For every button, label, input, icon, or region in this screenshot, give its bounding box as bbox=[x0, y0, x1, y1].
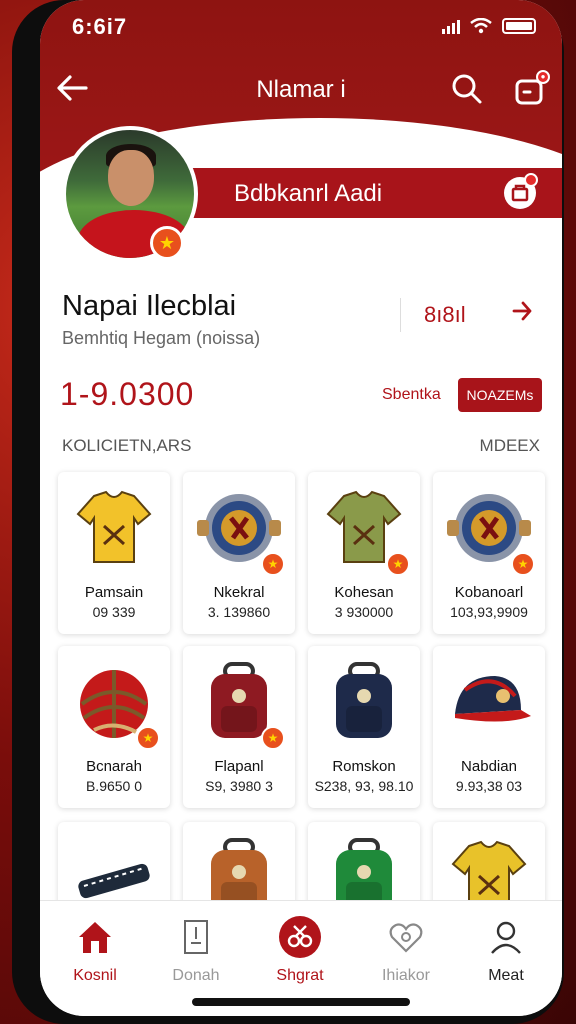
product-card[interactable]: Nabdian 9.93,38 03 bbox=[433, 646, 545, 808]
nav-label: Meat bbox=[488, 967, 524, 984]
nav-label: Donah bbox=[172, 967, 220, 984]
nav-item-home[interactable]: Kosnil bbox=[45, 915, 145, 985]
jersey-icon bbox=[70, 486, 158, 570]
star-badge-icon: ★ bbox=[261, 552, 285, 576]
product-price: 9.93,38 03 bbox=[455, 778, 523, 794]
home-icon bbox=[45, 915, 145, 959]
product-price: S238, 93, 98.10 bbox=[314, 778, 414, 794]
product-price: 103,93,9909 bbox=[450, 604, 528, 620]
section-title: KOLICIETN,ARS bbox=[62, 436, 192, 455]
nav-item-user[interactable]: Meat bbox=[456, 915, 556, 985]
app-screen: 6:6i7 Nlamar i ● Bdbkanrl Aadi ★ Napai I… bbox=[40, 0, 562, 1016]
secondary-link[interactable]: Sbentka bbox=[382, 386, 441, 404]
product-price: S9, 3980 3 bbox=[205, 778, 273, 794]
product-price: B.9650 0 bbox=[85, 778, 143, 794]
product-name: Nkekral bbox=[213, 584, 265, 601]
star-badge-icon: ★ bbox=[386, 552, 410, 576]
scissors-icon bbox=[250, 915, 350, 959]
nav-label: Shgrat bbox=[276, 967, 324, 984]
star-badge-icon: ★ bbox=[150, 226, 184, 260]
phone-frame: 6:6i7 Nlamar i ● Bdbkanrl Aadi ★ Napai I… bbox=[12, 0, 564, 1024]
product-card[interactable]: ★ Bcnarah B.9650 0 bbox=[58, 646, 170, 808]
status-icons bbox=[442, 18, 536, 34]
cart-button[interactable]: ● bbox=[512, 70, 550, 111]
profile-name: Napai Ilecblai bbox=[62, 290, 237, 322]
star-badge-icon: ★ bbox=[511, 552, 535, 576]
product-card[interactable]: Pamsain 09 339 bbox=[58, 472, 170, 634]
home-indicator[interactable] bbox=[192, 998, 410, 1006]
status-time: 6:6i7 bbox=[72, 14, 128, 39]
search-button[interactable] bbox=[450, 72, 484, 111]
document-icon bbox=[146, 915, 246, 959]
backpack-icon bbox=[320, 660, 408, 744]
product-card[interactable]: ★ Flapanl S9, 3980 3 bbox=[183, 646, 295, 808]
product-card[interactable]: ★ Kohesan 3 930000 bbox=[308, 472, 420, 634]
product-price: 09 339 bbox=[92, 604, 136, 620]
product-card[interactable]: ★ Kobanoarl 103,93,9909 bbox=[433, 472, 545, 634]
banner-cart-button[interactable] bbox=[504, 173, 538, 209]
banner-label: Bdbkanrl Aadi bbox=[234, 180, 383, 207]
signal-icon bbox=[442, 18, 460, 34]
profile-banner: Bdbkanrl Aadi bbox=[170, 168, 562, 218]
product-card[interactable]: ★ Nkekral 3. 139860 bbox=[183, 472, 295, 634]
heart-icon bbox=[356, 915, 456, 959]
product-name: Nabdian bbox=[461, 758, 517, 775]
product-name: Bcnarah bbox=[86, 758, 142, 775]
product-name: Pamsain bbox=[84, 584, 144, 601]
primary-button[interactable]: NOAZEMs bbox=[458, 378, 542, 412]
star-badge-icon: ★ bbox=[136, 726, 160, 750]
search-icon bbox=[452, 74, 482, 104]
status-bar: 6:6i7 bbox=[72, 14, 536, 42]
user-icon bbox=[456, 915, 556, 959]
product-price: 3. 139860 bbox=[207, 604, 271, 620]
product-name: Flapanl bbox=[214, 758, 264, 775]
follow-count[interactable]: 8ı8ıl bbox=[424, 302, 466, 328]
banner-cart-badge bbox=[524, 173, 538, 187]
cart-badge: ● bbox=[536, 70, 550, 84]
top-bar: Nlamar i ● bbox=[40, 66, 562, 114]
profile-subtitle: Bemhtiq Hegam (noissa) bbox=[62, 328, 261, 348]
battery-icon bbox=[502, 18, 536, 34]
chevron-right-icon[interactable] bbox=[510, 296, 534, 333]
product-card[interactable]: Romskon S238, 93, 98.10 bbox=[308, 646, 420, 808]
cap-icon bbox=[445, 660, 533, 744]
nav-label: Ihiakor bbox=[381, 967, 431, 984]
balance-amount: 1-9.0300 bbox=[60, 376, 195, 412]
product-price: 3 930000 bbox=[334, 604, 394, 620]
divider bbox=[400, 298, 401, 332]
product-name: Romskon bbox=[332, 758, 396, 775]
product-name: Kohesan bbox=[334, 584, 394, 601]
star-badge-icon: ★ bbox=[261, 726, 285, 750]
nav-item-scissors[interactable]: Shgrat bbox=[250, 915, 350, 985]
nav-item-document[interactable]: Donah bbox=[146, 915, 246, 985]
product-name: Kobanoarl bbox=[454, 584, 524, 601]
nav-item-heart[interactable]: Ihiakor bbox=[356, 915, 456, 985]
section-link[interactable]: MDEEX bbox=[480, 436, 540, 456]
nav-label: Kosnil bbox=[73, 967, 117, 984]
wifi-icon bbox=[470, 18, 492, 34]
